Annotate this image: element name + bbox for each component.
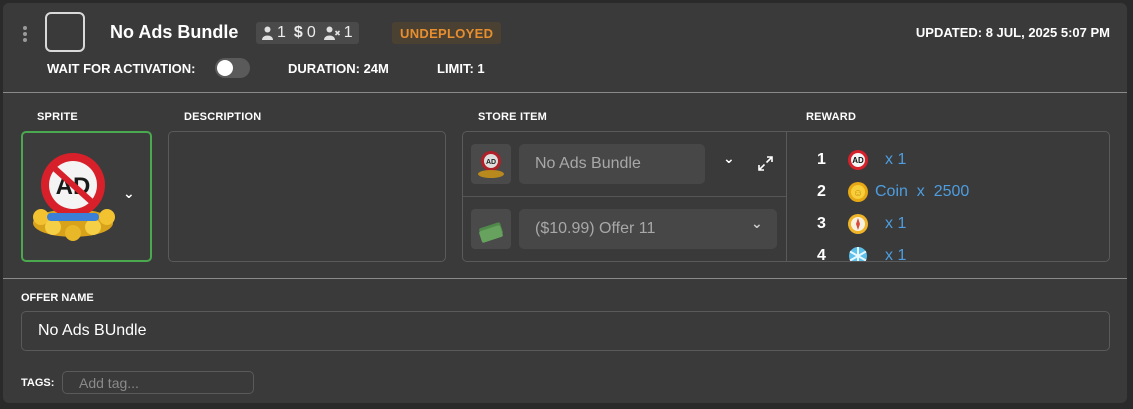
reward-text: x 1 <box>885 215 907 232</box>
user-icon <box>262 26 273 40</box>
dollar-icon: $ <box>293 24 303 41</box>
offer-name-input[interactable]: No Ads BUndle <box>21 311 1110 351</box>
wait-for-activation-label: WAIT FOR ACTIVATION: <box>47 61 196 76</box>
reward-number: 1 <box>817 151 826 168</box>
reward-number: 3 <box>817 215 826 232</box>
reward-number: 2 <box>817 183 826 200</box>
status-badge: UNDEPLOYED <box>392 22 502 44</box>
select-checkbox[interactable] <box>45 12 85 52</box>
store-item-panel: AD No Ads Bundle ⌄ ($10.99) Offer 11 ⌄ <box>462 131 786 262</box>
reward-text: x 1 <box>885 151 907 168</box>
offer-stats: 1 $ 0 1 <box>256 22 359 44</box>
sprite-chevron-down-icon[interactable]: ⌄ <box>123 185 135 202</box>
expand-icon[interactable] <box>758 156 773 171</box>
coin-icon: ☺ <box>848 182 868 202</box>
store-item-row: AD No Ads Bundle ⌄ <box>463 132 786 196</box>
no-ads-sprite-icon: AD <box>33 153 115 241</box>
toggle-knob <box>217 60 233 76</box>
store-item-label: STORE ITEM <box>478 111 548 123</box>
add-tag-input[interactable]: Add tag... <box>62 371 254 394</box>
sprite-selector[interactable]: AD ⌄ <box>21 131 152 262</box>
user-remove-icon <box>323 26 340 40</box>
store-item-select[interactable]: No Ads Bundle <box>519 144 705 184</box>
sprite-label: SPRITE <box>37 111 78 123</box>
description-field[interactable] <box>168 131 446 262</box>
user-limit-stat: 1 <box>323 24 353 42</box>
divider-top <box>3 92 1127 93</box>
svg-text:☺: ☺ <box>853 188 863 199</box>
offer-card: No Ads Bundle 1 $ 0 1 UNDEPLOYED UPDATED… <box>3 3 1127 403</box>
offer-select[interactable]: ($10.99) Offer 11 <box>519 209 777 249</box>
users-stat: 1 <box>262 24 286 42</box>
store-item-thumbnail: AD <box>471 144 511 184</box>
wait-for-activation-toggle[interactable] <box>215 58 250 78</box>
users-count: 1 <box>277 24 286 41</box>
updated-timestamp: UPDATED: 8 JUL, 2025 5:07 PM <box>915 25 1110 40</box>
svg-text:AD: AD <box>852 156 864 165</box>
price-stat: $ 0 <box>294 24 316 42</box>
reward-list: 1 AD x 1 2 ☺ Coin x 2500 3 x 1 4 x 1 <box>786 131 1110 262</box>
reward-label: REWARD <box>806 111 857 123</box>
offer-thumbnail <box>471 209 511 249</box>
offer-name-label: OFFER NAME <box>21 292 94 304</box>
snowflake-icon <box>849 247 867 261</box>
divider-bottom <box>3 278 1127 279</box>
store-item-chevron-down-icon[interactable]: ⌄ <box>723 150 735 167</box>
compass-icon <box>848 214 868 234</box>
reward-text: Coin x 2500 <box>875 183 970 200</box>
svg-text:AD: AD <box>486 159 496 166</box>
no-ads-icon: AD <box>848 150 868 170</box>
offer-title: No Ads Bundle <box>110 22 239 42</box>
drag-handle-icon[interactable] <box>22 26 28 44</box>
duration-label: DURATION: 24M <box>288 61 389 76</box>
offer-row: ($10.99) Offer 11 ⌄ <box>463 196 786 260</box>
tags-label: TAGS: <box>21 377 55 389</box>
reward-text: x 1 <box>885 247 907 262</box>
limit-label: LIMIT: 1 <box>437 61 485 76</box>
reward-number: 4 <box>817 247 826 262</box>
user-limit-count: 1 <box>343 24 353 41</box>
price-value: 0 <box>306 24 316 41</box>
offer-chevron-down-icon[interactable]: ⌄ <box>751 215 763 232</box>
description-label: DESCRIPTION <box>184 111 262 123</box>
